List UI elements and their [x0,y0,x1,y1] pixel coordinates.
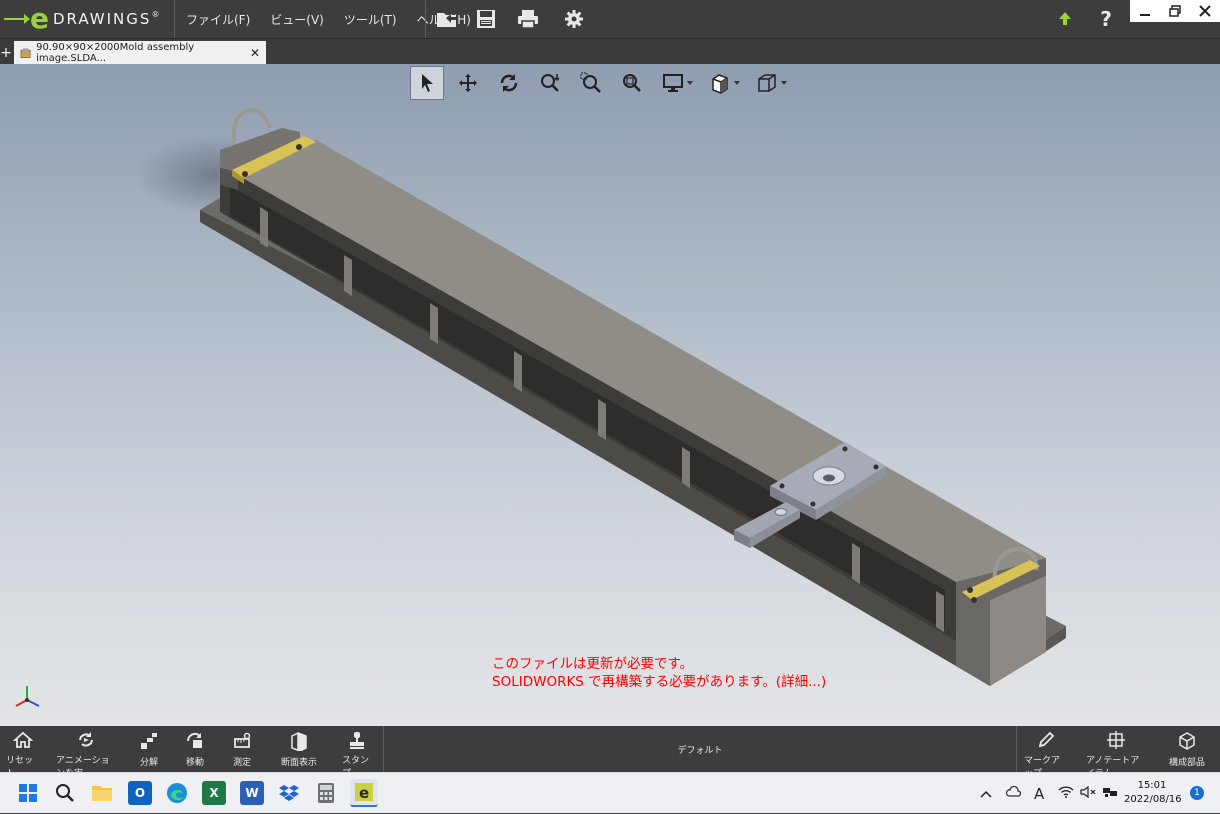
beam-top-face [220,140,1046,582]
move-label: 移動 [185,758,204,768]
home-icon [12,730,34,750]
annotation-button[interactable]: アノテートアイテム [1086,726,1146,779]
measure-icon [231,730,253,752]
move-button[interactable]: 移動 [180,726,210,772]
title-bar: e DRAWINGS ® ファイル(F) ビュー(V) ツール(T) ヘルプ(H… [0,0,1220,38]
measure-button[interactable]: 測定 [227,726,257,772]
windows-start-icon[interactable] [16,781,40,805]
bolt [779,483,785,489]
close-tab-icon[interactable]: ✕ [250,46,260,60]
configuration-selector[interactable]: デフォルト [384,726,1016,772]
wifi-icon[interactable] [1058,786,1074,801]
animate-button[interactable]: アニメーションを実 [56,726,116,779]
menu-view[interactable]: ビュー(V) [260,11,334,28]
window-controls [1130,0,1220,22]
explode-button[interactable]: 分解 [134,726,164,772]
bottom-separator [1016,726,1017,772]
edrawings-app: e DRAWINGS ® ファイル(F) ビュー(V) ツール(T) ヘルプ(H… [0,0,1220,813]
arm-plate-hole [774,508,788,516]
edge-icon[interactable] [165,781,189,805]
windows-taskbar: O X W e A 15:01 2022/08/16 1 [0,772,1220,813]
settings-gear-icon[interactable] [561,6,587,32]
clock-time: 15:01 [1137,780,1167,791]
section-button[interactable]: 断面表示 [276,726,322,772]
reset-button[interactable]: リセット [6,726,40,779]
components-button[interactable]: 構成部品 [1164,726,1210,772]
outlook-icon[interactable]: O [128,781,152,805]
bolt [296,144,302,150]
stamp-icon [346,730,368,750]
components-label: 構成部品 [1168,758,1205,768]
document-tab-strip: + 90.90×90×2000Mold assembly image.SLDA.… [0,38,1220,65]
logo-word: DRAWINGS [53,10,152,28]
network-tray-icon[interactable] [1102,785,1118,802]
animate-icon [75,730,97,750]
pencil-icon [1035,730,1057,750]
open-folder-icon[interactable] [434,6,460,32]
axis-triad-icon [15,686,40,707]
section-icon [288,730,310,752]
logo-arrow-icon [4,14,30,24]
dropbox-icon[interactable] [277,781,301,805]
rebuild-warning-line1: このファイルは更新が必要です。 [492,656,694,672]
rebuild-warning[interactable]: このファイルは更新が必要です。 SOLIDWORKS で再構築する必要があります… [492,655,826,691]
add-tab-button[interactable]: + [0,44,12,62]
move-icon [184,730,206,752]
section-label: 断面表示 [280,758,317,768]
ime-indicator[interactable]: A [1034,785,1044,803]
mold-assembly-model[interactable] [0,64,1220,726]
notification-badge[interactable]: 1 [1190,786,1204,800]
toolbar-separator [425,0,426,38]
bottom-toolbar: リセット アニメーションを実 分解 移動 測定 断面表示 スタンプ デフォルト [0,726,1220,779]
explode-label: 分解 [139,758,158,768]
beam-channel [230,186,945,630]
markup-button[interactable]: マークアップ [1024,726,1068,779]
stamp-button[interactable]: スタンプ [342,726,372,779]
3d-viewport[interactable]: このファイルは更新が必要です。 SOLIDWORKS で再構築する必要があります… [0,64,1220,726]
edrawings-icon[interactable]: e [350,779,378,807]
rebuild-warning-line2[interactable]: SOLIDWORKS で再構築する必要があります。(詳細...) [492,673,826,691]
word-icon[interactable]: W [240,781,264,805]
minimize-button[interactable] [1130,0,1160,22]
restore-button[interactable] [1160,0,1190,22]
print-icon[interactable] [515,6,541,32]
menu-file[interactable]: ファイル(F) [176,11,260,28]
svg-text:e: e [359,784,369,802]
document-tab[interactable]: 90.90×90×2000Mold assembly image.SLDA...… [14,41,266,65]
onedrive-sync-icon[interactable] [1005,785,1022,801]
explode-icon [138,730,160,752]
bolt [842,446,848,452]
show-hidden-icons-icon[interactable] [980,787,992,801]
bolt [967,587,973,593]
logo-registered-mark: ® [151,9,160,19]
bolt [873,464,879,470]
speaker-muted-icon[interactable] [1080,785,1096,801]
excel-icon[interactable]: X [202,781,226,805]
menu-separator [174,0,175,38]
bolt [242,171,248,177]
help-icon[interactable]: ? [1093,6,1119,32]
file-explorer-icon[interactable] [90,781,114,805]
edrawings-logo: e DRAWINGS ® [4,2,172,36]
bolt [971,597,977,603]
center-plate-hole-inner [823,474,835,482]
close-window-button[interactable] [1190,0,1220,22]
measure-label: 測定 [232,758,251,768]
logo-letter: e [30,2,49,35]
document-tab-title: 90.90×90×2000Mold assembly image.SLDA... [36,42,195,64]
taskbar-clock[interactable]: 15:01 2022/08/16 [1124,779,1182,807]
calculator-icon[interactable] [314,781,338,805]
configuration-label: デフォルト [677,745,723,756]
assembly-file-icon [20,48,31,58]
system-tray: A [980,773,1118,814]
components-icon [1176,730,1198,752]
clock-date: 2022/08/16 [1124,794,1182,805]
search-icon[interactable] [53,781,77,805]
menu-tools[interactable]: ツール(T) [334,11,407,28]
bolt [810,501,816,507]
upgrade-arrow-icon[interactable] [1052,6,1078,32]
annotation-icon [1105,730,1127,750]
save-icon[interactable] [473,6,499,32]
